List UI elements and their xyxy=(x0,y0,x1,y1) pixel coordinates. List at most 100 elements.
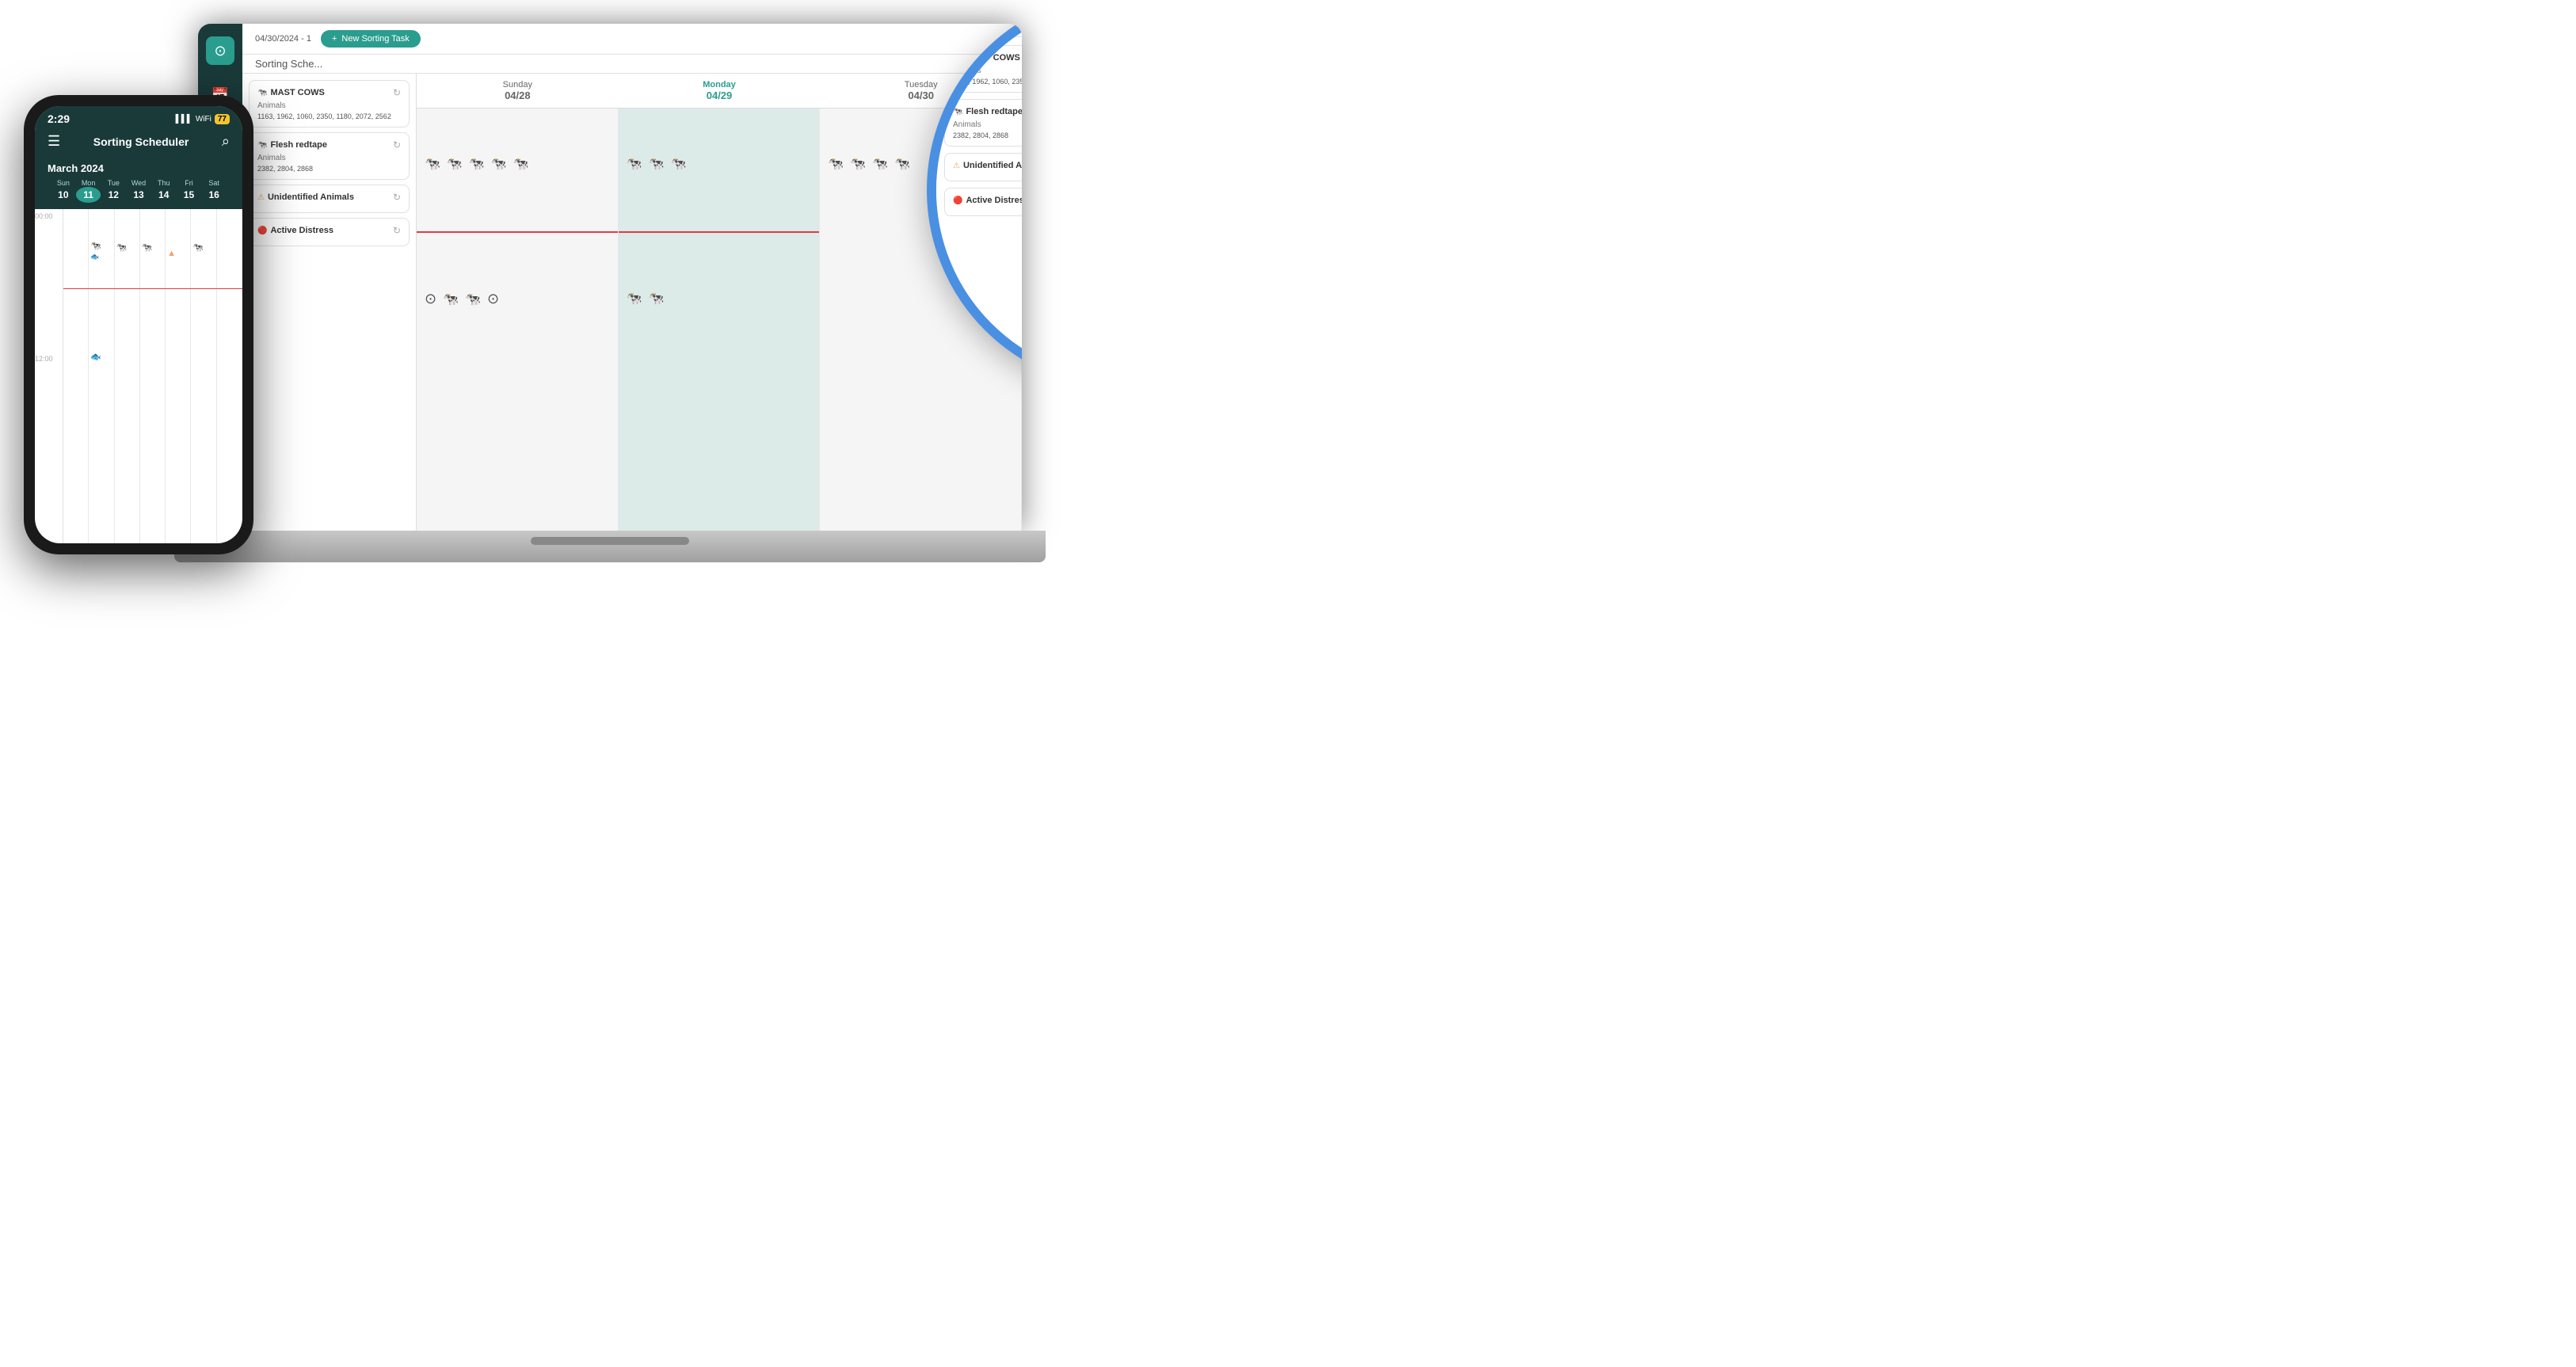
phone-time: 2:29 xyxy=(48,112,70,125)
task-item-flesh[interactable]: 🐄 Flesh redtape ↻ Animals 2382, 2804, 28… xyxy=(249,132,410,180)
phone-menu-icon[interactable]: ☰ xyxy=(48,133,60,150)
cow-teal-icon-s4: 🐄 xyxy=(513,156,529,172)
animal-row-monday-1: 🐄 🐄 🐄 xyxy=(627,156,687,172)
phone-date-11[interactable]: 11 xyxy=(76,187,101,203)
wifi-icon: WiFi xyxy=(196,115,211,124)
person-icon-s1: ⊙ xyxy=(425,291,436,307)
zoom-cow-red-icon: 🐄 xyxy=(953,108,962,116)
animal-row-sunday-1: 🐄 🐄 🐄 🐄 🐄 xyxy=(425,156,529,172)
task-item-unidentified[interactable]: ⚠ Unidentified Animals ↻ xyxy=(249,185,410,213)
main-content: 04/30/2024 - 1 + New Sorting Task × Sort… xyxy=(242,24,1022,531)
task-item-mast-cows[interactable]: 🐄 MAST COWS ↻ Animals 1163, 1962, 1060, … xyxy=(249,80,410,128)
phone-screen: 2:29 ▌▌▌ WiFi 77 ☰ Sorting Scheduler ⌕ M… xyxy=(35,106,242,543)
cal-col-sunday: 🐄 🐄 🐄 🐄 🐄 ⊙ 🐄 xyxy=(417,109,619,531)
distress-line-monday xyxy=(619,231,820,233)
alert-distress-icon: 🔴 xyxy=(257,227,267,235)
zoom-task-distress[interactable]: 🔴 Active Distress ↻ xyxy=(944,188,1022,216)
cow-red-icon-s1: 🐄 xyxy=(469,156,485,172)
task-title-unidentified: Unidentified Animals xyxy=(268,192,354,202)
phone-animals-fri-1: 🐄 xyxy=(192,242,204,253)
phone-header: ☰ Sorting Scheduler ⌕ xyxy=(35,128,242,158)
phone-search-icon[interactable]: ⌕ xyxy=(222,133,230,150)
sorting-header: Sorting Sche... xyxy=(242,55,1022,74)
task-item-distress[interactable]: 🔴 Active Distress ↻ xyxy=(249,218,410,246)
phone-date-16[interactable]: 16 xyxy=(201,187,227,203)
phone-fish-m2: 🐟 xyxy=(90,352,101,362)
phone-animals-mon-2: 🐟 xyxy=(90,253,99,261)
phone-animals-tue-1: 🐄 xyxy=(116,242,128,253)
task-title-mast: MAST COWS xyxy=(270,88,324,97)
cow-teal-icon-t1: 🐄 xyxy=(828,156,844,172)
zoom-task-flesh[interactable]: 🐄 Flesh redtape ↻ Animals 2382, 2804, 28… xyxy=(944,99,1022,147)
phone-time-col: 00:00 12:00 xyxy=(35,209,63,543)
cow-red-icon-t1: 🐄 xyxy=(872,156,888,172)
zoom-alert-distress-icon: 🔴 xyxy=(953,196,962,205)
phone-status-bar: 2:29 ▌▌▌ WiFi 77 xyxy=(35,106,242,128)
scene: ⊙ 📅 ☰ 04/30/2024 - 1 + New Sorting Task … xyxy=(0,0,1288,684)
sidebar-icon-home[interactable]: ⊙ xyxy=(206,36,234,65)
phone-col-sat xyxy=(217,209,242,543)
zoom-task-title-flesh: Flesh redtape xyxy=(966,107,1022,116)
zoom-task-title-distress: Active Distress xyxy=(966,196,1022,205)
phone-shell: 2:29 ▌▌▌ WiFi 77 ☰ Sorting Scheduler ⌕ M… xyxy=(24,95,253,554)
phone-date-12[interactable]: 12 xyxy=(101,187,126,203)
phone-col-thu: ▲ xyxy=(166,209,191,543)
distress-line-sunday xyxy=(417,231,618,233)
phone-wday-tue: Tue xyxy=(101,179,126,187)
cal-header-monday-date: 04/29 xyxy=(622,89,817,101)
phone-cow-w1: 🐄 xyxy=(142,242,153,253)
animal-row-monday-2: 🐄 🐄 xyxy=(627,291,665,307)
task-sub-flesh: Animals xyxy=(257,154,401,162)
zoom-task-unidentified[interactable]: ⚠ Unidentified Animals ↻ xyxy=(944,153,1022,181)
phone-col-sun xyxy=(63,209,89,543)
phone-date-15[interactable]: 15 xyxy=(177,187,202,203)
phone-wday-thu: Thu xyxy=(151,179,177,187)
cal-header-monday-label: Monday xyxy=(622,80,817,89)
animal-row-tuesday-1: 🐄 🐄 🐄 🐄 xyxy=(828,156,910,172)
cow-teal-icon-t2: 🐄 xyxy=(850,156,866,172)
calendar-area: 🐄 MAST COWS ↻ Animals 1163, 1962, 1060, … xyxy=(242,74,1022,531)
phone-animals-mon-1: 🐄 xyxy=(90,241,101,251)
teal-cow-icon: 🐄 xyxy=(257,89,267,97)
task-panel-header: 04/30/2024 - 1 + New Sorting Task × xyxy=(242,24,1022,55)
phone-grid: 🐄 🐟 🐟 🐄 xyxy=(63,209,242,543)
refresh-icon-distress[interactable]: ↻ xyxy=(393,225,401,236)
laptop-screen: ⊙ 📅 ☰ 04/30/2024 - 1 + New Sorting Task … xyxy=(198,24,1022,531)
battery-icon: 77 xyxy=(215,114,230,124)
task-title-distress: Active Distress xyxy=(270,226,333,235)
cal-col-monday: 🐄 🐄 🐄 🐄 🐄 xyxy=(619,109,821,531)
cow-red-icon-m2: 🐄 xyxy=(649,291,665,307)
refresh-icon-mast[interactable]: ↻ xyxy=(393,87,401,98)
phone-animals-wed-1: 🐄 xyxy=(142,242,153,253)
phone-cow-f1: 🐄 xyxy=(192,242,204,253)
phone-date-14[interactable]: 14 xyxy=(151,187,177,203)
calendar-grid: Sunday 04/28 Monday 04/29 Tuesday 04/30 xyxy=(417,74,1022,531)
zoom-sub-flesh: Animals xyxy=(953,120,1022,129)
new-sorting-task-button[interactable]: + New Sorting Task xyxy=(321,30,421,48)
task-sub-mast: Animals xyxy=(257,101,401,110)
cal-header-sunday-label: Sunday xyxy=(420,80,615,89)
task-date-label: 04/30/2024 - 1 xyxy=(255,34,311,44)
phone-wday-sun: Sun xyxy=(51,179,76,187)
task-title-flesh: Flesh redtape xyxy=(270,140,327,150)
phone-week-dates: 10 11 12 13 14 15 16 xyxy=(48,187,230,203)
phone-distress-line xyxy=(63,288,242,289)
phone-cow-m1: 🐄 xyxy=(90,241,101,251)
cal-header-sunday: Sunday 04/28 xyxy=(417,74,619,108)
sorting-label: Sorting Sche... xyxy=(255,58,322,70)
task-animals-flesh: 2382, 2804, 2868 xyxy=(257,165,401,173)
new-task-label: New Sorting Task xyxy=(341,34,409,44)
cal-header-sunday-date: 04/28 xyxy=(420,89,615,101)
phone-time-00: 00:00 xyxy=(35,212,63,355)
phone-date-10[interactable]: 10 xyxy=(51,187,76,203)
cow-teal-icon-m2: 🐄 xyxy=(671,156,687,172)
cow-teal-icon-s5: 🐄 xyxy=(443,291,459,307)
phone-fish-m1: 🐟 xyxy=(90,253,99,261)
refresh-icon-flesh[interactable]: ↻ xyxy=(393,139,401,150)
phone-alert-th1: ▲ xyxy=(167,249,176,258)
phone-date-13[interactable]: 13 xyxy=(126,187,151,203)
cow-teal-icon-m3: 🐄 xyxy=(627,291,642,307)
phone-col-tue: 🐄 xyxy=(115,209,140,543)
phone-wday-sat: Sat xyxy=(201,179,227,187)
refresh-icon-unidentified[interactable]: ↻ xyxy=(393,192,401,203)
